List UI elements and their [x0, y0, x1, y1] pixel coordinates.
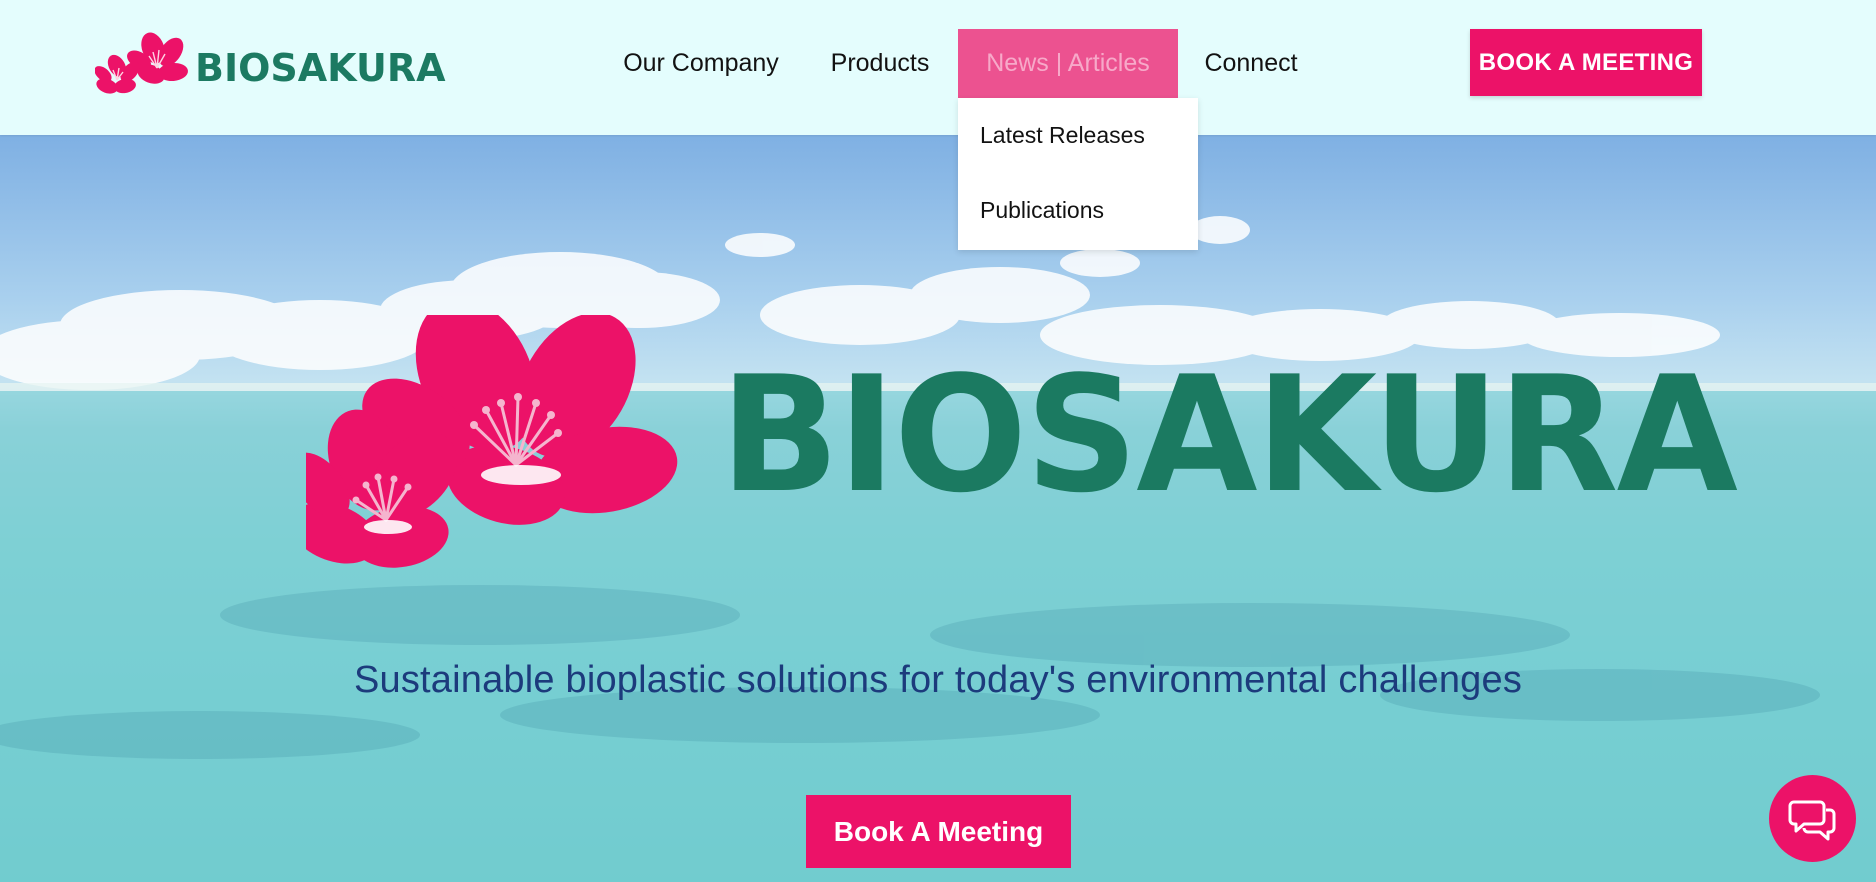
nav-news-articles[interactable]: News | Articles [958, 29, 1178, 98]
hero-logo: BIOSAKURA [306, 315, 1738, 575]
sakura-logo-large-icon [306, 315, 678, 568]
chat-bubbles-icon [1788, 800, 1836, 841]
sakura-logo-icon [95, 32, 188, 94]
nav-products[interactable]: Products [820, 29, 940, 98]
site-header: BIOSAKURA Our Company Products News | Ar… [0, 0, 1876, 135]
news-dropdown-menu: Latest Releases Publications [958, 98, 1198, 250]
chat-widget-button[interactable] [1769, 775, 1856, 862]
hero-logo-text: BIOSAKURA [720, 341, 1738, 528]
header-logo-text: BIOSAKURA [195, 46, 446, 90]
dropdown-item-latest-releases[interactable]: Latest Releases [980, 122, 1145, 149]
nav-our-company[interactable]: Our Company [620, 29, 782, 98]
book-meeting-hero-button[interactable]: Book A Meeting [806, 795, 1071, 868]
header-logo[interactable]: BIOSAKURA [95, 30, 446, 100]
hero-section: BIOSAKURA Sustainable bioplastic solutio… [0, 135, 1876, 882]
nav-connect[interactable]: Connect [1195, 29, 1307, 98]
book-meeting-header-button[interactable]: BOOK A MEETING [1470, 29, 1702, 96]
dropdown-item-publications[interactable]: Publications [980, 197, 1104, 224]
hero-tagline: Sustainable bioplastic solutions for tod… [353, 659, 1523, 701]
